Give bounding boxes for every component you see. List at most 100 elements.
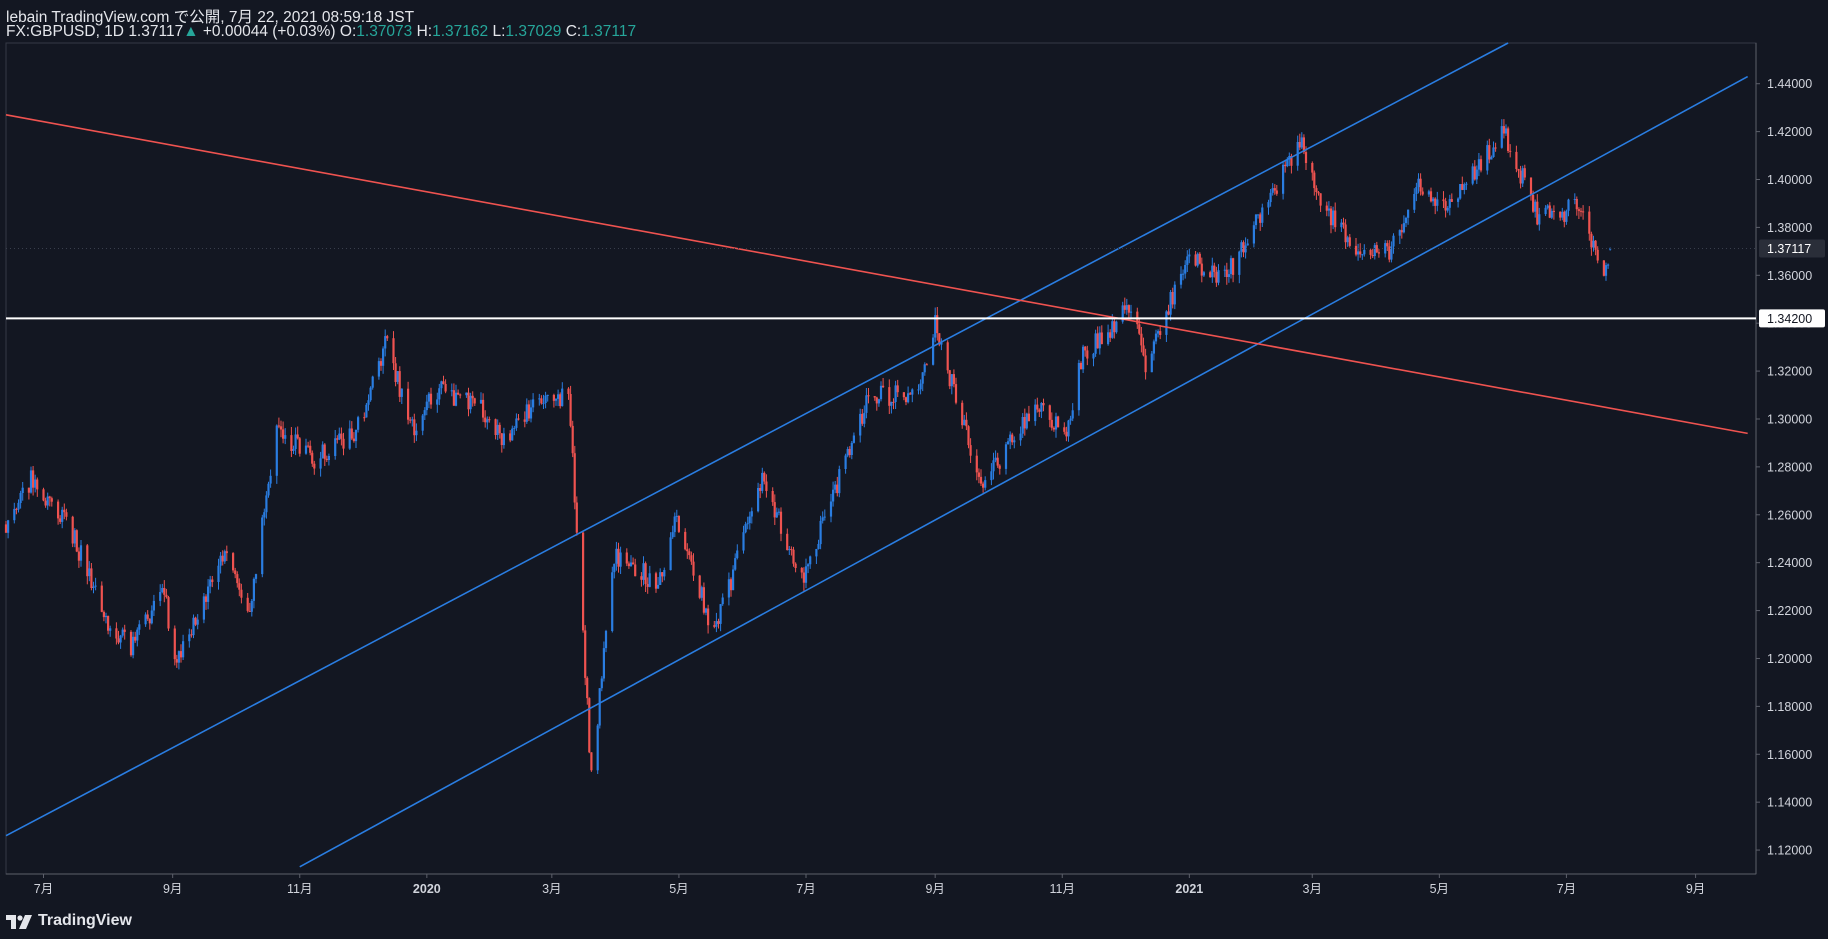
- candle-body: [952, 374, 955, 385]
- candle: [7, 519, 10, 539]
- candle: [1186, 250, 1189, 272]
- candle: [525, 398, 528, 424]
- candle-body: [1098, 332, 1101, 349]
- candle-body: [1325, 205, 1328, 211]
- candle-body: [996, 457, 999, 466]
- candle-body: [269, 475, 272, 484]
- candle-body: [1504, 128, 1508, 134]
- candle-body: [1157, 331, 1160, 334]
- candle: [1217, 264, 1220, 286]
- candle-body: [509, 433, 512, 441]
- candle: [544, 391, 547, 409]
- candle: [1354, 238, 1358, 257]
- candle: [469, 392, 472, 414]
- candle: [221, 550, 224, 566]
- candle-body: [36, 479, 39, 490]
- candle: [1225, 262, 1228, 285]
- candle-body: [994, 457, 997, 461]
- candle: [1400, 224, 1403, 239]
- candle-body: [748, 516, 751, 524]
- tradingview-logo[interactable]: TradingView: [6, 910, 132, 932]
- candle: [848, 446, 851, 458]
- candle: [948, 369, 951, 390]
- candle: [1386, 240, 1389, 251]
- candle: [1517, 168, 1520, 178]
- candle: [1346, 235, 1349, 247]
- time-tick-label: 5月: [669, 882, 688, 896]
- candle-body: [732, 569, 735, 591]
- candle: [454, 384, 458, 407]
- candle: [219, 552, 222, 574]
- candle: [746, 516, 749, 530]
- candle-body: [569, 394, 572, 426]
- candle-body: [977, 472, 980, 477]
- candle-body: [290, 435, 293, 451]
- candle-body: [719, 604, 722, 624]
- candle: [1021, 413, 1024, 438]
- candle-body: [902, 392, 905, 398]
- candle-body: [1311, 163, 1314, 173]
- candle-body: [513, 427, 516, 429]
- candle: [661, 572, 664, 583]
- candle: [1123, 297, 1126, 314]
- candle-body: [65, 512, 68, 517]
- candle: [1084, 346, 1087, 357]
- channel-line-0[interactable]: [5, 42, 1509, 837]
- candle-body: [1546, 205, 1549, 208]
- candle: [1421, 187, 1424, 196]
- candle-body: [1521, 168, 1524, 184]
- candle-body: [238, 583, 241, 590]
- candle-body: [1021, 417, 1024, 434]
- candle-body: [1363, 249, 1366, 255]
- candle: [194, 616, 197, 627]
- candle-body: [1127, 305, 1130, 313]
- candle: [1209, 270, 1212, 278]
- candle-body: [1142, 345, 1145, 356]
- candle: [877, 398, 880, 407]
- candle-body: [163, 588, 166, 595]
- candle-body: [467, 392, 470, 410]
- candle-body: [442, 381, 445, 384]
- candle-body: [1534, 201, 1537, 212]
- candle-body: [225, 551, 228, 554]
- candle-body: [746, 523, 749, 525]
- price-tick-label: 1.28000: [1767, 460, 1812, 474]
- candle: [1488, 138, 1491, 164]
- candle-body: [590, 752, 593, 771]
- candle-body: [367, 400, 370, 405]
- candle: [59, 515, 62, 524]
- candle-body: [1313, 172, 1316, 189]
- candle: [467, 387, 470, 417]
- candle-body: [1007, 441, 1010, 445]
- candle: [809, 555, 812, 569]
- candle: [690, 551, 693, 565]
- candle-body: [763, 472, 766, 482]
- candle: [1057, 415, 1060, 428]
- candle-body: [1140, 333, 1143, 346]
- candle: [734, 553, 737, 571]
- price-chart[interactable]: 1.12000 1.14000 1.16000 1.18000 1.20000 1.220…: [0, 0, 1828, 939]
- candle-body: [511, 428, 514, 441]
- candle-body: [494, 419, 497, 435]
- time-tick-label: 11月: [1050, 882, 1075, 896]
- candle: [1004, 442, 1008, 475]
- candle-body: [1261, 207, 1264, 223]
- candle: [786, 528, 789, 551]
- channel-line-1[interactable]: [299, 75, 1749, 868]
- candle-body: [542, 403, 545, 405]
- candle-body: [1013, 440, 1016, 443]
- candle-body: [325, 458, 328, 460]
- candle: [498, 422, 501, 439]
- candle: [1036, 397, 1039, 413]
- candle-body: [1057, 416, 1060, 428]
- candle-body: [600, 678, 603, 689]
- candle: [1315, 185, 1318, 200]
- candle-body: [386, 336, 389, 339]
- candle: [175, 654, 178, 668]
- candle: [1271, 183, 1274, 196]
- candle-body: [890, 401, 893, 406]
- candle: [484, 410, 487, 428]
- candle: [644, 561, 647, 592]
- candle: [1071, 403, 1074, 422]
- candle-body: [46, 496, 49, 506]
